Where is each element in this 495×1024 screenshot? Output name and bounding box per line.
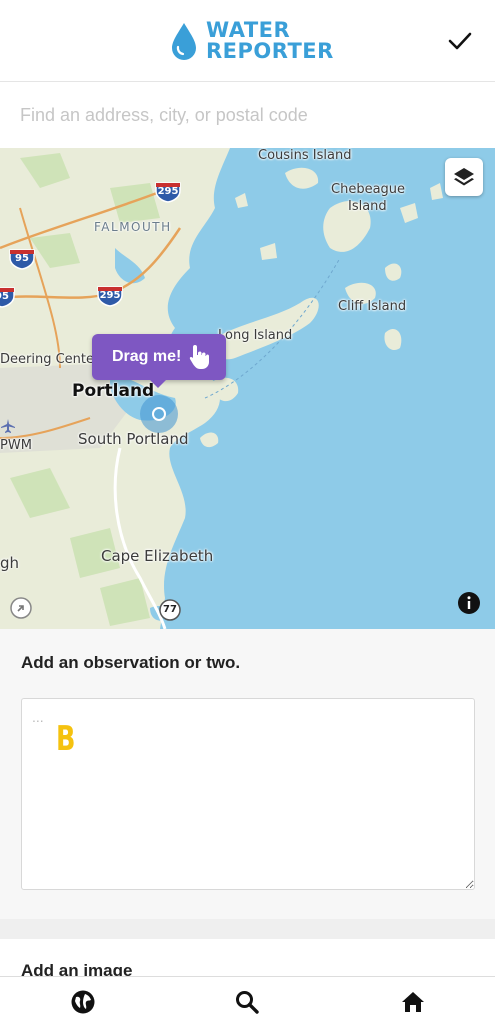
shield-number: 295 [99, 290, 121, 301]
location-search-bar [0, 82, 495, 148]
text-cursor-glyph: B [56, 719, 76, 759]
place-label: Chebeague [331, 182, 406, 197]
home-icon[interactable] [400, 989, 426, 1015]
interstate-shield: 295 [154, 181, 182, 203]
airport-icon [1, 419, 15, 433]
interstate-shield: 95 [8, 248, 36, 270]
place-label: Long Island [218, 328, 293, 343]
shield-number: 95 [0, 291, 9, 302]
logo-line-1: WATER [206, 18, 291, 42]
pin-center [152, 407, 166, 421]
place-label: Cliff Island [338, 299, 407, 314]
tooltip-arrow [150, 380, 166, 388]
place-label: Cape Elizabeth [101, 547, 214, 565]
drag-tooltip-label: Drag me! [112, 348, 182, 365]
drag-tooltip: Drag me! [92, 334, 226, 388]
section-divider [0, 919, 495, 939]
location-pin[interactable] [140, 395, 178, 433]
place-label: South Portland [78, 430, 189, 448]
place-label: PWM [0, 438, 32, 453]
place-label: Deering Center [0, 352, 100, 367]
route-shield: 77 [156, 599, 184, 621]
app-header: WATER REPORTER [0, 0, 495, 82]
shield-number: 95 [15, 253, 29, 264]
observation-section: Add an observation or two. B [0, 629, 495, 919]
water-reporter-logo: WATER REPORTER [170, 16, 334, 66]
place-label: gh [0, 554, 20, 572]
interstate-shield: 95 [0, 286, 16, 308]
place-label: FALMOUTH [94, 220, 172, 234]
layers-button[interactable] [445, 158, 483, 196]
globe-icon[interactable] [70, 989, 96, 1015]
place-label: Portland [72, 381, 155, 401]
bottom-navigation [0, 976, 495, 1024]
place-label: Cousins Island [258, 148, 352, 163]
shield-number: 77 [163, 604, 177, 615]
layers-icon [454, 168, 474, 186]
location-search-input[interactable] [0, 82, 495, 148]
observation-textarea[interactable] [21, 698, 475, 890]
place-label: Island [348, 199, 387, 214]
map-view[interactable]: Cousins Island Chebeague Island FALMOUTH… [0, 148, 495, 629]
check-icon[interactable] [445, 26, 475, 56]
compass-icon[interactable] [10, 597, 32, 619]
image-heading: Add an image [21, 961, 133, 976]
search-icon[interactable] [234, 989, 260, 1015]
info-icon[interactable] [457, 591, 481, 615]
water-drop-icon [172, 23, 196, 60]
logo-text: WATER REPORTER [206, 20, 334, 62]
interstate-shield: 295 [96, 285, 124, 307]
shield-number: 295 [157, 186, 179, 197]
logo-line-2: REPORTER [206, 39, 334, 63]
image-section: Add an image [0, 939, 495, 976]
hand-pointer-icon [189, 345, 209, 369]
observation-heading: Add an observation or two. [21, 653, 241, 672]
